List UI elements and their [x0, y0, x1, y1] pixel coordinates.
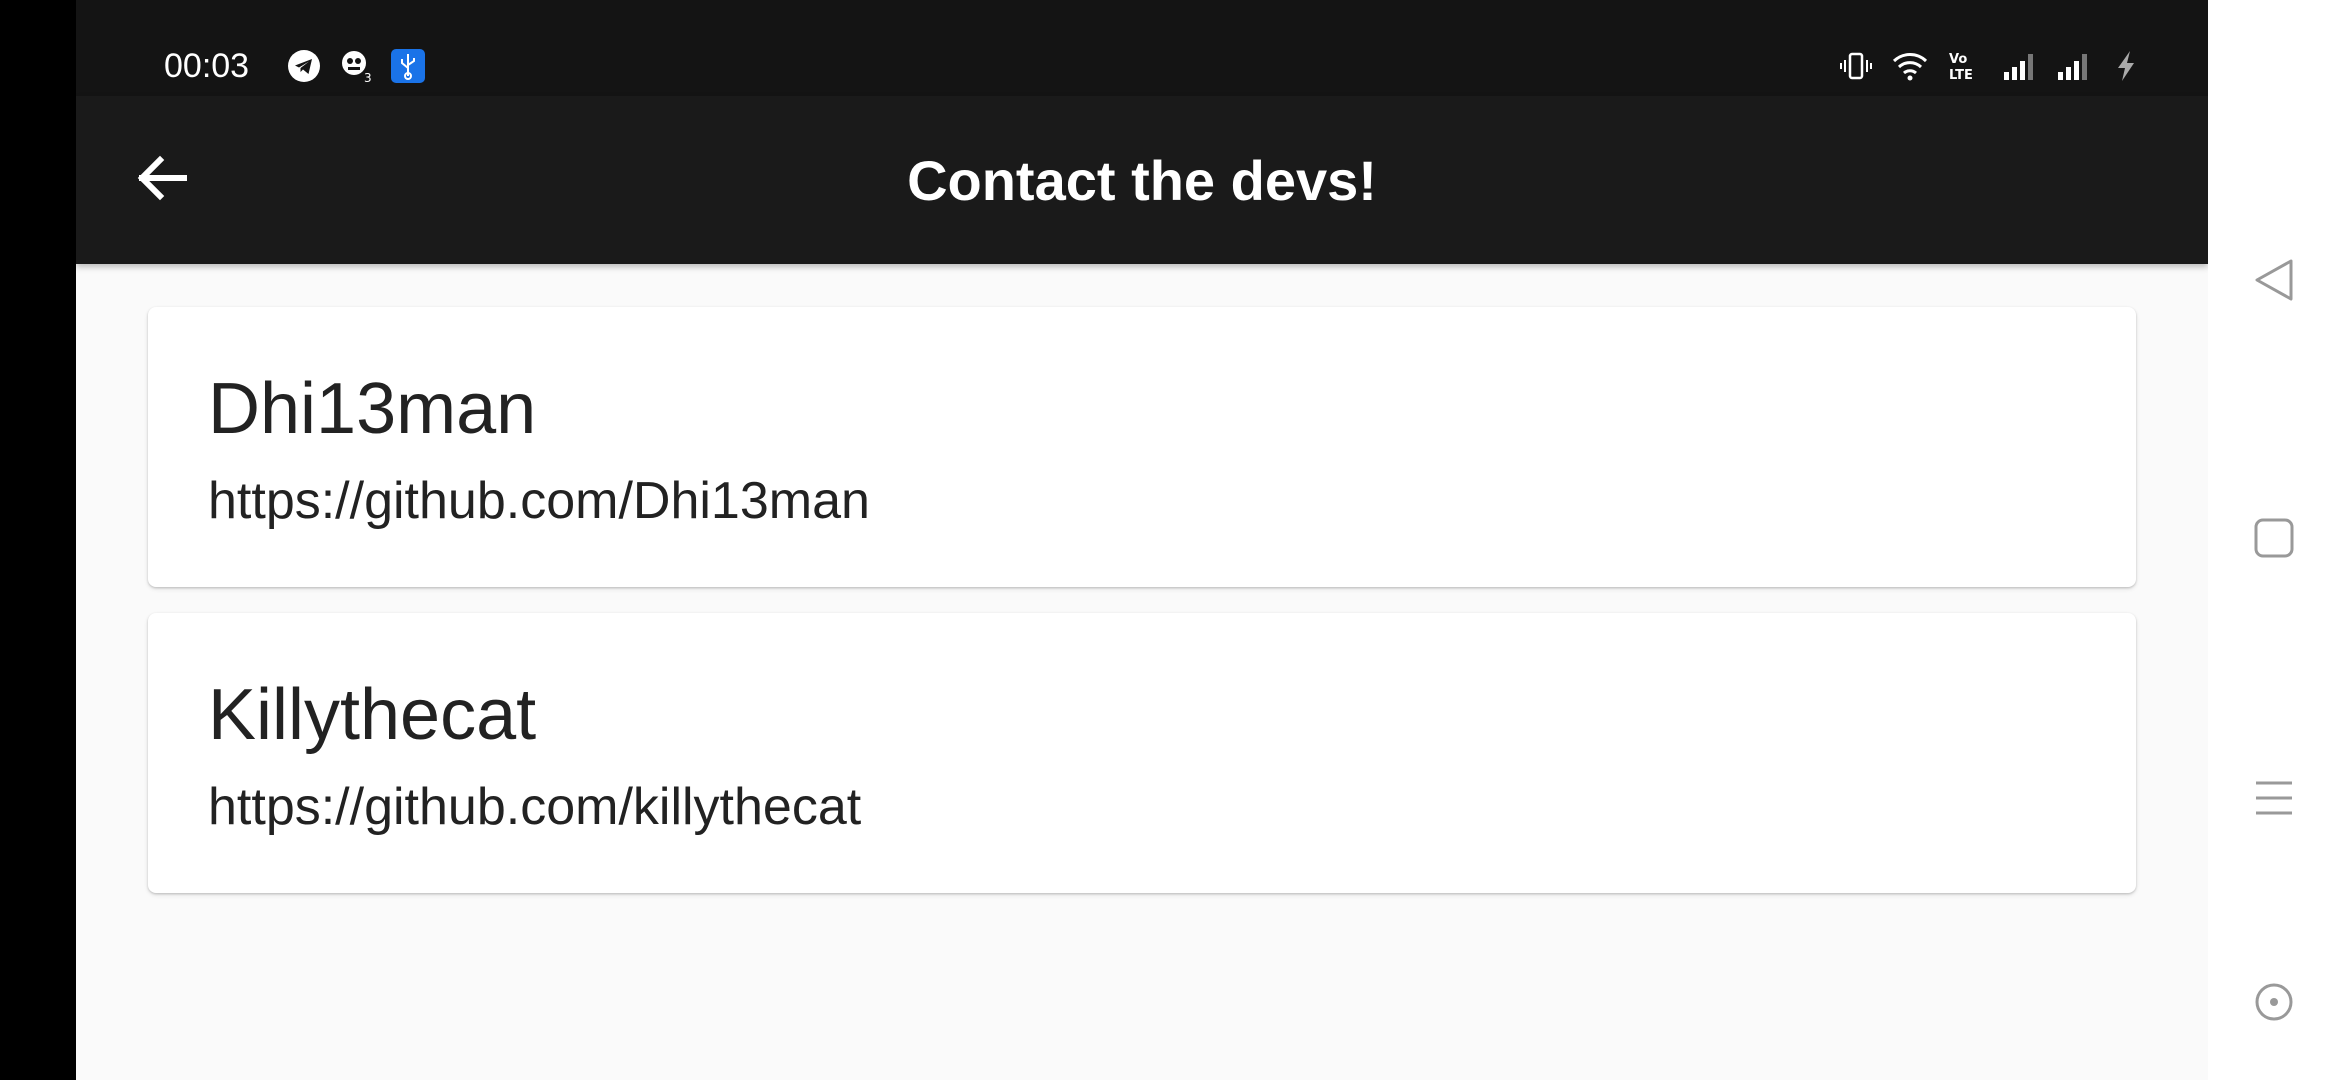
nav-home-icon: [2253, 517, 2295, 564]
signal-icon-1: [2000, 48, 2036, 84]
contact-card-killythecat[interactable]: Killythecat https://github.com/killythec…: [148, 613, 2136, 893]
svg-text:3: 3: [364, 71, 372, 84]
nav-recents-icon: [2253, 777, 2295, 824]
notification-badge-icon: 3: [338, 48, 374, 84]
status-right-icons: Vo LTE: [1838, 48, 2144, 84]
page-title: Contact the devs!: [907, 149, 1377, 212]
contact-url: https://github.com/Dhi13man: [208, 472, 870, 530]
wifi-icon: [1892, 48, 1928, 84]
telegram-icon: [286, 48, 322, 84]
system-nav-bar: [2208, 0, 2340, 1080]
usb-icon: [390, 48, 426, 84]
left-screen-edge: [0, 0, 76, 1080]
status-time: 00:03: [164, 47, 250, 85]
contact-url: https://github.com/killythecat: [208, 778, 862, 836]
nav-home-button[interactable]: [2244, 510, 2304, 570]
app-bar: Contact the devs!: [76, 96, 2208, 264]
contact-card-dhi13man[interactable]: Dhi13man https://github.com/Dhi13man: [148, 307, 2136, 587]
charging-icon: [2108, 48, 2144, 84]
contact-name: Dhi13man: [208, 369, 537, 449]
app-screen: 00:03 3 Vo LTE Contact the devs! Dhi13ma…: [76, 0, 2208, 1080]
svg-text:LTE: LTE: [1949, 68, 1973, 83]
assist-icon: [2253, 981, 2295, 1028]
contact-name: Killythecat: [208, 675, 537, 755]
signal-icon-2: [2054, 48, 2090, 84]
volte-icon: Vo LTE: [1946, 48, 1982, 84]
assist-button[interactable]: [2244, 974, 2304, 1034]
status-left-icons: 3: [286, 48, 426, 84]
status-bar: 00:03 3 Vo LTE: [76, 0, 2208, 96]
vibrate-icon: [1838, 48, 1874, 84]
svg-text:Vo: Vo: [1949, 52, 1967, 67]
nav-back-icon: [2251, 257, 2297, 308]
nav-back-button[interactable]: [2244, 252, 2304, 312]
nav-recents-button[interactable]: [2244, 770, 2304, 830]
